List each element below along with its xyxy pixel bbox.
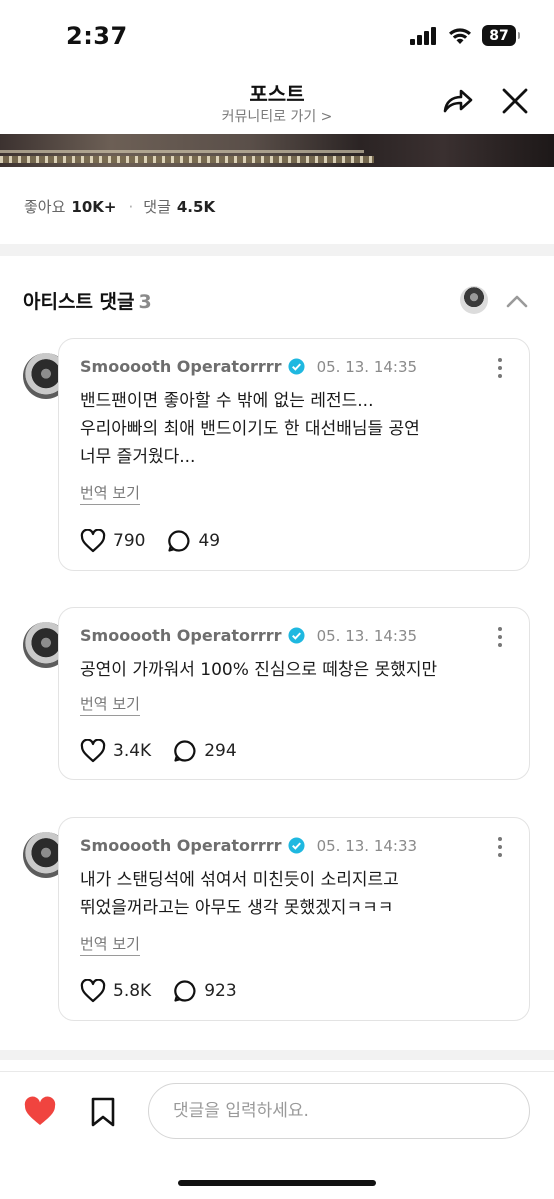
like-count: 790 [113, 531, 146, 551]
author-name[interactable]: Smooooth Operatorrrr [80, 626, 282, 645]
like-button[interactable]: 3.4K [80, 739, 151, 763]
comment-line: 우리아빠의 최애 밴드이기도 한 대선배님들 공연 [80, 419, 420, 439]
comment-card: Smooooth Operatorrrr 05. 13. 14:35 밴드팬이면… [58, 338, 530, 571]
comment-text: 공연이 가까워서 100% 진심으로 떼창은 못했지만 [80, 656, 510, 684]
comment-actions: 5.8K 923 [80, 979, 259, 1003]
like-count: 5.8K [113, 981, 152, 1001]
status-time: 2:37 [66, 22, 128, 50]
like-button[interactable]: 790 [80, 529, 145, 553]
home-indicator[interactable] [178, 1180, 376, 1186]
artist-comments-heading: 아티스트 댓글 3 [23, 287, 152, 314]
likes-count: 10K+ [71, 197, 117, 216]
verified-badge-icon [288, 358, 305, 375]
speech-bubble-icon [174, 740, 196, 762]
comments-label: 댓글 [143, 198, 171, 216]
close-icon[interactable] [500, 86, 530, 116]
comment-card: Smooooth Operatorrrr 05. 13. 14:35 공연이 가… [58, 607, 530, 780]
comments-count: 4.5K [176, 197, 216, 216]
reply-button[interactable]: 49 [167, 529, 220, 553]
more-options-icon[interactable] [493, 357, 507, 379]
post-like-heart-icon[interactable] [23, 1096, 57, 1128]
status-bar: 2:37 87 [0, 0, 554, 72]
speech-bubble-icon [174, 980, 196, 1002]
section-count: 3 [138, 291, 152, 313]
verified-badge-icon [288, 837, 305, 854]
section-divider [0, 244, 554, 256]
comment-meta: Smooooth Operatorrrr 05. 13. 14:33 [80, 836, 417, 855]
heart-icon [80, 979, 106, 1003]
comment-line: 공연이 가까워서 100% 진심으로 떼창은 못했지만 [80, 660, 438, 680]
comment-text: 내가 스탠딩석에 섞여서 미친듯이 소리지르고 뛰었을꺼라고는 아무도 생각 못… [80, 866, 510, 922]
post-header: 포스트 커뮤니티로 가기 > [0, 72, 554, 134]
section-title-label: 아티스트 댓글 [23, 291, 135, 313]
author-name[interactable]: Smooooth Operatorrrr [80, 836, 282, 855]
wifi-icon [449, 27, 471, 44]
comment-actions: 3.4K 294 [80, 739, 259, 763]
like-count: 3.4K [113, 741, 152, 761]
translate-link[interactable]: 번역 보기 [80, 933, 140, 956]
status-icons: 87 [410, 25, 520, 46]
reply-count: 49 [198, 531, 221, 551]
comment-date: 05. 13. 14:35 [316, 626, 418, 645]
comment-meta: Smooooth Operatorrrr 05. 13. 14:35 [80, 626, 417, 645]
more-options-icon[interactable] [493, 836, 507, 858]
verified-badge-icon [288, 627, 305, 644]
battery-icon: 87 [482, 25, 520, 46]
artist-avatar-small [460, 286, 488, 314]
comment-line: 너무 즐거웠다... [80, 447, 196, 467]
more-options-icon[interactable] [493, 626, 507, 648]
reply-button[interactable]: 923 [173, 979, 237, 1003]
translate-link[interactable]: 번역 보기 [80, 693, 140, 716]
comment-actions: 790 49 [80, 529, 242, 553]
chevron-up-icon[interactable] [504, 288, 530, 314]
reply-count: 923 [204, 981, 237, 1001]
likes-label: 좋아요 [24, 198, 66, 216]
reply-button[interactable]: 294 [173, 739, 237, 763]
author-name[interactable]: Smooooth Operatorrrr [80, 357, 282, 376]
signal-icon [410, 26, 436, 45]
bookmark-icon[interactable] [90, 1096, 116, 1128]
bottom-bar-divider [0, 1071, 554, 1072]
heart-icon [80, 529, 106, 553]
comment-date: 05. 13. 14:33 [316, 836, 418, 855]
speech-bubble-icon [168, 530, 190, 552]
comment-card: Smooooth Operatorrrr 05. 13. 14:33 내가 스탠… [58, 817, 530, 1021]
comment-line: 내가 스탠딩석에 섞여서 미친듯이 소리지르고 [80, 870, 399, 890]
post-stats: 좋아요 10K+ · 댓글 4.5K [24, 196, 217, 217]
like-button[interactable]: 5.8K [80, 979, 151, 1003]
reply-count: 294 [204, 741, 237, 761]
post-image[interactable] [0, 134, 554, 167]
translate-link[interactable]: 번역 보기 [80, 482, 140, 505]
comment-line: 뛰었을꺼라고는 아무도 생각 못했겠지ㅋㅋㅋ [80, 898, 394, 918]
heart-icon [80, 739, 106, 763]
comment-input[interactable] [148, 1083, 530, 1139]
comment-text: 밴드팬이면 좋아할 수 밖에 없는 레전드... 우리아빠의 최애 밴드이기도 … [80, 387, 510, 471]
comment-meta: Smooooth Operatorrrr 05. 13. 14:35 [80, 357, 417, 376]
share-icon[interactable] [440, 84, 474, 118]
section-divider [0, 1050, 554, 1060]
comment-line: 밴드팬이면 좋아할 수 밖에 없는 레전드... [80, 391, 374, 411]
stats-separator: · [128, 197, 134, 216]
comment-date: 05. 13. 14:35 [316, 357, 418, 376]
